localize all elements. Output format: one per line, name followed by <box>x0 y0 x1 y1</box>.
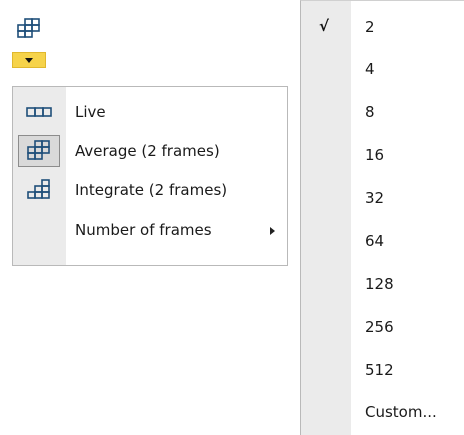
submenu-item-16[interactable]: 16 <box>301 135 464 178</box>
number-of-frames-submenu: √ 2 4 8 16 32 64 128 256 512 Custom... <box>300 0 464 435</box>
average-frames-icon <box>17 18 40 38</box>
submenu-item-2[interactable]: √ 2 <box>301 7 464 50</box>
submenu-item-label: 16 <box>365 146 385 164</box>
submenu-item-label: 128 <box>365 275 394 293</box>
submenu-item-label: 32 <box>365 189 385 207</box>
submenu-item-label: 64 <box>365 232 385 250</box>
menu-item-label: Number of frames <box>75 221 212 239</box>
submenu-item-256[interactable]: 256 <box>301 307 464 350</box>
checkmark-icon: √ <box>319 17 330 35</box>
menu-item-integrate[interactable]: Integrate (2 frames) <box>13 171 287 209</box>
submenu-item-64[interactable]: 64 <box>301 221 464 264</box>
menu-item-label: Average (2 frames) <box>75 142 220 160</box>
menu-item-number-of-frames[interactable]: Number of frames <box>13 211 287 249</box>
submenu-item-custom[interactable]: Custom... <box>301 392 464 435</box>
frames-dropdown-button[interactable] <box>12 52 46 68</box>
submenu-item-label: Custom... <box>365 403 437 421</box>
submenu-item-8[interactable]: 8 <box>301 92 464 135</box>
submenu-item-label: 256 <box>365 318 394 336</box>
submenu-item-label: 4 <box>365 60 375 78</box>
integrate-frames-icon <box>18 174 60 206</box>
menu-item-label: Integrate (2 frames) <box>75 181 228 199</box>
frames-menu: Live Average (2 frames) Integrate (2 fra… <box>12 86 288 266</box>
submenu-item-128[interactable]: 128 <box>301 264 464 307</box>
average-frames-icon <box>18 135 60 167</box>
submenu-item-32[interactable]: 32 <box>301 178 464 221</box>
submenu-item-label: 8 <box>365 103 375 121</box>
menu-item-average[interactable]: Average (2 frames) <box>13 132 287 170</box>
average-frames-button[interactable] <box>12 14 46 44</box>
submenu-item-512[interactable]: 512 <box>301 350 464 393</box>
menu-item-live[interactable]: Live <box>13 93 287 131</box>
submenu-item-label: 512 <box>365 361 394 379</box>
menu-item-label: Live <box>75 103 106 121</box>
submenu-item-label: 2 <box>365 18 375 36</box>
submenu-arrow-icon <box>270 227 275 235</box>
submenu-item-4[interactable]: 4 <box>301 49 464 92</box>
chevron-down-icon <box>25 57 33 63</box>
live-icon <box>18 96 60 128</box>
